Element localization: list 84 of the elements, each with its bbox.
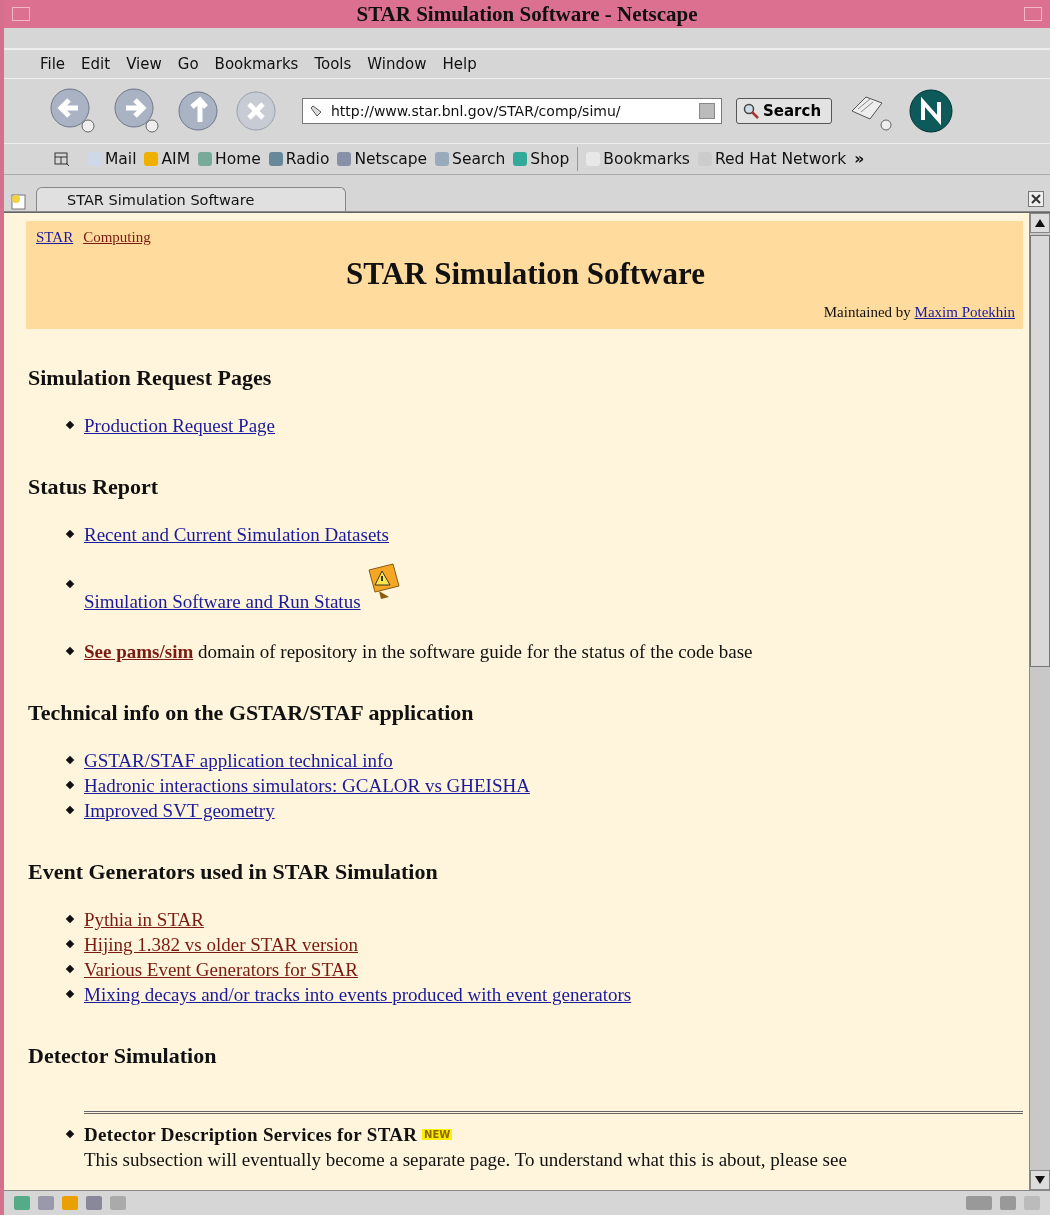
netscape-logo-icon[interactable]	[908, 88, 955, 134]
toolbar-link[interactable]: Red Hat Network	[697, 150, 847, 168]
scroll-up-icon[interactable]	[1030, 213, 1050, 233]
bullet-icon	[65, 805, 75, 815]
toolbar-link[interactable]: Search	[435, 150, 506, 168]
dropdown-button[interactable]	[699, 103, 715, 119]
list-link[interactable]: Hijing 1.382 vs older STAR version	[84, 934, 358, 955]
stop-icon[interactable]	[234, 89, 278, 133]
online-icon	[966, 1196, 992, 1210]
section-heading: Technical info on the GSTAR/STAF application	[28, 700, 475, 726]
menu-item[interactable]: Go	[177, 55, 199, 73]
toolbar-link[interactable]: Radio	[268, 150, 330, 168]
search-icon	[743, 103, 759, 119]
list-link[interactable]: Various Event Generators for STAR	[84, 959, 358, 980]
bullet-icon	[65, 755, 75, 765]
breadcrumb-link[interactable]: STAR	[36, 229, 74, 246]
bullet-icon	[65, 939, 75, 949]
developer-icon	[1000, 1196, 1016, 1210]
search-icon	[435, 152, 450, 166]
list-link[interactable]: Mixing decays and/or tracks into events produced with event generators	[84, 984, 632, 1005]
bullet-icon	[65, 1129, 75, 1139]
toolbar-item-icon	[268, 152, 283, 166]
bullet-icon	[65, 579, 75, 589]
toolbar-link[interactable]: Netscape	[337, 150, 428, 168]
close-tab-icon[interactable]	[1028, 191, 1044, 207]
list-link[interactable]: Production Request Page	[84, 415, 276, 436]
toolbar-link[interactable]: Shop	[513, 150, 570, 168]
toolbar-link[interactable]: Home	[198, 150, 261, 168]
scrollbar[interactable]	[1029, 213, 1050, 1190]
page-title: STAR Simulation Software	[345, 256, 706, 292]
tab-icon[interactable]	[54, 152, 70, 166]
window-title: STAR Simulation Software - Netscape	[356, 1, 698, 27]
reload-icon[interactable]	[176, 89, 220, 133]
menu-item[interactable]: Bookmarks	[214, 55, 299, 73]
toolbar-link[interactable]: Mail	[88, 150, 137, 168]
bullet-icon	[65, 420, 75, 430]
list-link[interactable]: See pams/sim	[84, 641, 194, 662]
maintainer-link[interactable]: Maxim Potekhin	[914, 304, 1015, 320]
bullet-icon	[65, 964, 75, 974]
list-link[interactable]: Recent and Current Simulation Datasets	[84, 524, 389, 545]
more-button[interactable]: »	[854, 150, 865, 168]
address-field[interactable]: http://www.star.bnl.gov/STAR/comp/simu/	[302, 98, 722, 124]
maintainer-label: Maintained by	[823, 304, 911, 320]
forward-icon[interactable]	[112, 86, 162, 136]
list-link[interactable]: Hadronic interactions simulators: GCALOR vs GHEISHA	[84, 775, 530, 796]
bullet-icon	[65, 646, 75, 656]
section-heading: Simulation Request Pages	[28, 365, 273, 391]
menu-item[interactable]: Window	[367, 55, 427, 73]
entry-title: Detector Description Services for STAR	[84, 1124, 418, 1145]
list-link[interactable]: Pythia in STAR	[84, 909, 204, 930]
bullet-icon	[65, 529, 75, 539]
toolbar-link[interactable]: AIM	[144, 150, 191, 168]
list-link[interactable]: Simulation Software and Run Status	[84, 591, 361, 612]
scroll-down-icon[interactable]	[1030, 1170, 1050, 1190]
menu-item[interactable]: Edit	[81, 55, 111, 73]
back-icon[interactable]	[48, 86, 98, 136]
scroll-thumb[interactable]	[1030, 235, 1050, 667]
minimize-button[interactable]	[1024, 7, 1042, 21]
menu-item[interactable]: View	[126, 55, 162, 73]
section-heading: Event Generators used in STAR Simulation	[28, 859, 439, 885]
window-menu-button[interactable]	[12, 7, 30, 21]
toolbar-link[interactable]: Bookmarks	[586, 150, 690, 168]
breadcrumb-link[interactable]: Computing	[83, 229, 151, 246]
menu-item[interactable]: Help	[442, 55, 477, 73]
lock-icon	[1024, 1196, 1040, 1210]
toolbar-item-icon	[198, 152, 213, 166]
browser-tab[interactable]: STAR Simulation Software	[36, 187, 346, 211]
menu-item[interactable]: File	[40, 55, 66, 73]
list-link[interactable]: GSTAR/STAF application technical info	[84, 750, 393, 771]
list-link[interactable]: Improved SVT geometry	[84, 800, 275, 821]
search-button[interactable]: Search	[736, 98, 833, 124]
toolbar-item-icon	[337, 152, 352, 166]
bullet-icon	[65, 989, 75, 999]
section-heading: Status Report	[28, 474, 160, 500]
new-badge: NEW	[422, 1129, 453, 1140]
toolbar-item-icon	[513, 152, 528, 166]
section-heading: Detector Simulation	[28, 1043, 218, 1069]
new-tab-icon[interactable]	[10, 193, 28, 211]
menu-item[interactable]: Tools	[314, 55, 352, 73]
entry-description: This subsection will eventually become a separate page. To understand what this is about, please see	[84, 1148, 848, 1172]
bullet-icon	[65, 914, 75, 924]
toolbar-item-icon	[144, 152, 159, 166]
list-text: domain of repository in the software guide for the status of the code base	[198, 641, 753, 662]
bullet-icon	[65, 780, 75, 790]
